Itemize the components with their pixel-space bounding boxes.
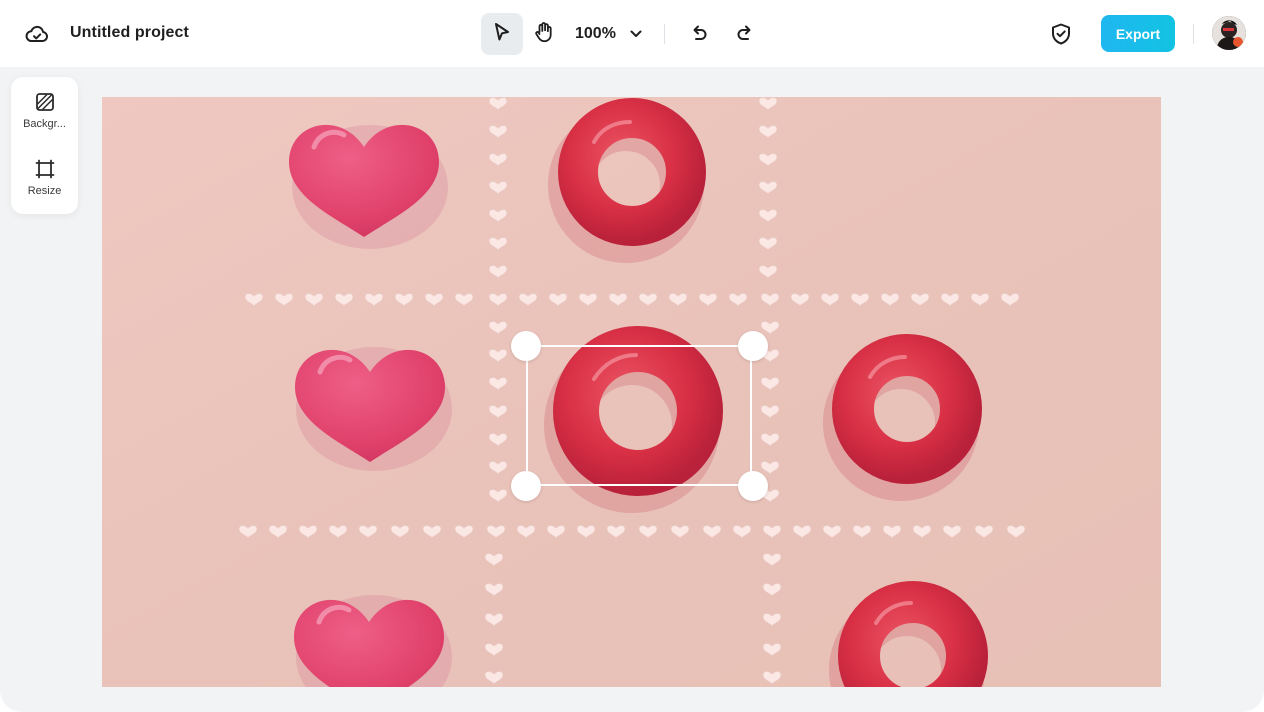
heart-piece-middle-left	[295, 347, 452, 471]
project-title[interactable]: Untitled project	[70, 24, 189, 42]
hand-tool-button[interactable]	[523, 13, 565, 55]
sidebar-item-resize[interactable]: Resize	[11, 158, 78, 214]
heart-piece-bottom-left	[294, 595, 452, 687]
side-panel: Backgr... Resize	[11, 77, 78, 214]
selection-box[interactable]	[526, 345, 752, 486]
resize-handle-bottom-right[interactable]	[738, 471, 768, 501]
sidebar-item-background[interactable]: Backgr...	[11, 91, 78, 147]
sidebar-item-label: Backgr...	[23, 118, 66, 130]
resize-handle-top-left[interactable]	[511, 331, 541, 361]
zoom-level: 100%	[575, 25, 616, 42]
chevron-down-icon	[630, 30, 642, 38]
pointer-icon	[493, 22, 511, 47]
editor-app: Untitled project 100% Export Backgr... R…	[0, 0, 1264, 712]
redo-icon	[736, 23, 754, 46]
canvas-tools: 100%	[481, 13, 761, 55]
background-icon	[35, 91, 55, 113]
shield-check-icon[interactable]	[1047, 20, 1075, 48]
toolbar-divider	[1193, 24, 1194, 44]
undo-button[interactable]	[683, 13, 715, 55]
resize-handle-top-right[interactable]	[738, 331, 768, 361]
zoom-dropdown[interactable]: 100%	[575, 13, 642, 55]
export-button[interactable]: Export	[1101, 15, 1175, 52]
resize-icon	[35, 158, 55, 180]
sidebar-item-label: Resize	[27, 185, 62, 197]
top-toolbar: Untitled project 100% Export	[0, 0, 1264, 67]
avatar[interactable]	[1212, 16, 1246, 50]
resize-handle-bottom-left[interactable]	[511, 471, 541, 501]
select-tool-button[interactable]	[481, 13, 523, 55]
cloud-sync-icon[interactable]	[24, 22, 50, 46]
hand-icon	[534, 21, 554, 48]
toolbar-divider	[663, 24, 665, 44]
undo-icon	[690, 23, 708, 46]
redo-button[interactable]	[729, 13, 761, 55]
